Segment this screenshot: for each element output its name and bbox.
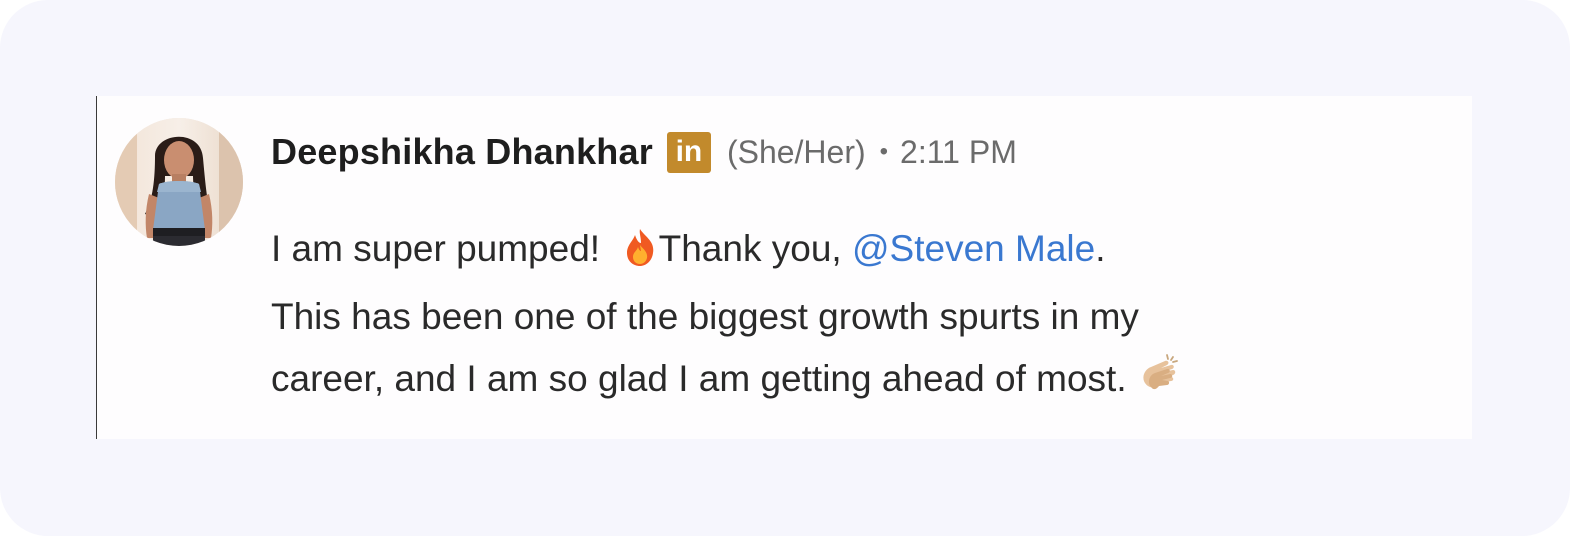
clapping-hands-icon <box>1137 353 1181 416</box>
message-line-1: I am super pumped! Thank you, @Steven Ma… <box>271 218 1431 286</box>
message-text: Thank you, <box>658 228 852 269</box>
message-body: I am super pumped! Thank you, @Steven Ma… <box>271 218 1431 416</box>
separator-dot: • <box>879 138 889 165</box>
message-text: I am super pumped! <box>271 228 601 269</box>
background-frame: Deepshikha Dhankhar in (She/Her) • 2:11 … <box>0 0 1570 536</box>
message-line-3: career, and I am so glad I am getting ah… <box>271 348 1431 416</box>
message-line-2: This has been one of the biggest growth … <box>271 296 1139 337</box>
fire-icon <box>621 224 659 286</box>
post-header: Deepshikha Dhankhar in (She/Her) • 2:11 … <box>271 130 1017 174</box>
message-text: career, and I am so glad I am getting ah… <box>271 358 1127 399</box>
avatar[interactable] <box>115 118 243 246</box>
linkedin-icon[interactable]: in <box>666 131 711 173</box>
avatar-photo <box>115 118 243 246</box>
author-pronouns: (She/Her) <box>726 133 866 170</box>
message-card: Deepshikha Dhankhar in (She/Her) • 2:11 … <box>96 96 1472 439</box>
mention-link[interactable]: @Steven Male <box>852 228 1095 269</box>
timestamp: 2:11 PM <box>900 133 1017 170</box>
message-text: . <box>1095 228 1106 269</box>
author-name[interactable]: Deepshikha Dhankhar <box>271 131 653 173</box>
